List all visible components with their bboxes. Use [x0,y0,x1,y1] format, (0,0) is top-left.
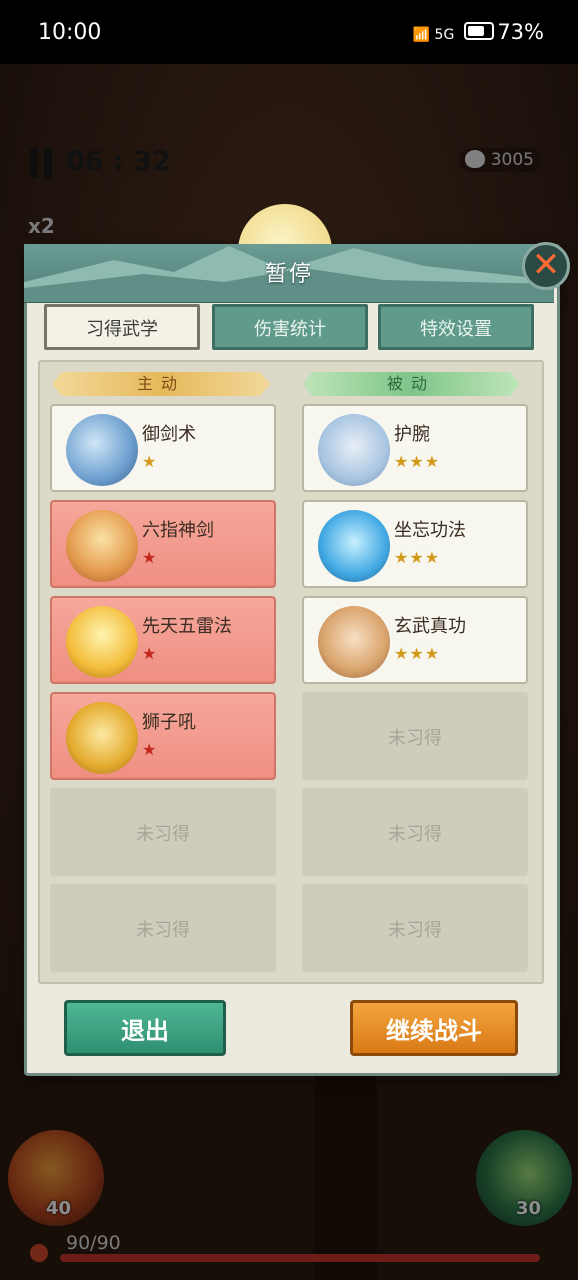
skill-card[interactable]: 六指神剑 ★ [50,500,276,588]
status-time: 10:00 [38,20,102,45]
exit-button[interactable]: 退出 [64,1000,226,1056]
skill-name: 御剑术 [142,424,196,445]
empty-skill-slot[interactable]: 未习得 [50,884,276,972]
meditation-icon [318,510,390,582]
skill-name: 狮子吼 [142,712,196,733]
battery-icon [464,22,495,40]
skill-stars: ★★★ [394,452,441,471]
skill-name: 护腕 [394,424,430,445]
skill-card[interactable]: 玄武真功 ★★★ [302,596,528,684]
empty-slot-label: 未习得 [136,920,190,941]
lion-roar-icon [66,702,138,774]
empty-skill-slot[interactable]: 未习得 [302,788,528,876]
bracer-icon [318,414,390,486]
flying-sword-icon [66,414,138,486]
empty-skill-slot[interactable]: 未习得 [302,692,528,780]
battery-indicator: 📶 5G 73% [413,20,544,44]
skill-card[interactable]: 护腕 ★★★ [302,404,528,492]
close-icon[interactable]: ✕ [522,242,570,290]
network-type: 5G [434,27,455,43]
crystal-sword-icon [66,510,138,582]
skill-stars: ★ [142,452,158,471]
skill-stars: ★★★ [394,644,441,663]
empty-slot-label: 未习得 [388,728,442,749]
skill-stars: ★ [142,644,158,663]
skill-stars: ★★★ [394,548,441,567]
continue-battle-button[interactable]: 继续战斗 [350,1000,518,1056]
tab-learned-skills[interactable]: 习得武学 [44,304,200,350]
dialog-title: 暂停 [264,262,313,287]
empty-slot-label: 未习得 [388,824,442,845]
skill-name: 坐忘功法 [394,520,466,541]
skill-stars: ★ [142,740,158,759]
empty-skill-slot[interactable]: 未习得 [302,884,528,972]
battery-level: 73% [497,20,544,44]
signal-icon: 📶 5G [412,27,455,43]
skill-card[interactable]: 狮子吼 ★ [50,692,276,780]
active-skills-header: 主动 [52,372,270,396]
lightning-icon [66,606,138,678]
passive-skills-header: 被动 [302,372,520,396]
skill-card[interactable]: 先天五雷法 ★ [50,596,276,684]
skill-card[interactable]: 御剑术 ★ [50,404,276,492]
status-bar: 10:00 📶 5G 73% [0,0,578,64]
warrior-icon [318,606,390,678]
empty-skill-slot[interactable]: 未习得 [50,788,276,876]
skill-stars: ★ [142,548,158,567]
tab-effect-settings[interactable]: 特效设置 [378,304,534,350]
empty-slot-label: 未习得 [136,824,190,845]
skill-name: 先天五雷法 [142,616,232,637]
skill-name: 六指神剑 [142,520,214,541]
skill-name: 玄武真功 [394,616,466,637]
empty-slot-label: 未习得 [388,920,442,941]
tab-damage-stats[interactable]: 伤害统计 [212,304,368,350]
skill-card[interactable]: 坐忘功法 ★★★ [302,500,528,588]
